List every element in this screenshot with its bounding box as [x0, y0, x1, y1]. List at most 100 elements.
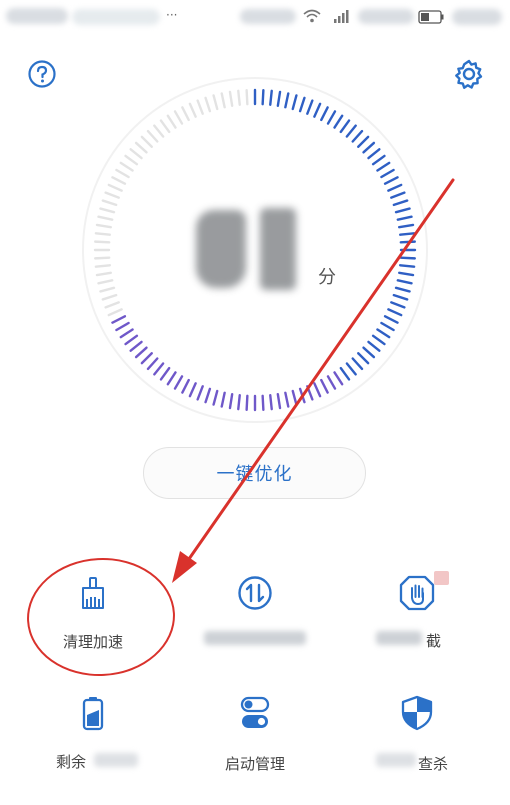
gauge-tick	[284, 391, 290, 408]
feature-remaining[interactable]: 剩余	[8, 695, 178, 805]
gauge-tick	[115, 321, 130, 332]
gauge-tick	[104, 301, 120, 309]
gauge-tick	[399, 264, 416, 268]
gauge-tick	[237, 394, 241, 411]
gauge-tick	[101, 293, 118, 301]
gauge-tick	[228, 393, 234, 410]
gauge-tick	[371, 154, 386, 166]
gauge-tick	[390, 191, 406, 199]
gauge-tick	[276, 393, 282, 410]
gauge-tick	[371, 334, 386, 346]
gauge-tick	[107, 183, 123, 192]
gauge-tick	[129, 340, 143, 352]
gauge-tick	[306, 385, 314, 401]
gauge-tick	[99, 207, 116, 214]
gauge-tick	[351, 357, 364, 371]
status-more-dots: ···	[166, 8, 178, 22]
feature-label: 剩余	[56, 753, 87, 771]
gauge-tick	[212, 94, 219, 111]
wifi-icon	[303, 9, 321, 23]
gauge-tick	[362, 141, 376, 154]
gauge-tick	[95, 223, 112, 229]
gauge-tick	[101, 199, 118, 207]
gauge-tick	[362, 346, 376, 359]
gauge-tick	[134, 141, 148, 154]
feature-intercept[interactable]: 截	[332, 571, 502, 685]
gauge-tick	[107, 308, 123, 317]
shield-icon	[401, 695, 433, 731]
gauge-tick	[146, 129, 159, 143]
gauge-tick	[376, 161, 391, 172]
gauge-tick	[94, 232, 111, 236]
status-bar: ···	[0, 0, 510, 32]
gauge-tick	[173, 110, 184, 125]
gauge-tick	[124, 154, 139, 166]
gauge-tick	[159, 366, 171, 381]
feature-label-blurred	[376, 631, 422, 645]
gauge-tick	[333, 371, 344, 386]
gauge-tick	[298, 96, 306, 113]
status-network-blur	[240, 9, 296, 24]
gauge-tick	[351, 129, 364, 143]
gauge-tick	[269, 89, 273, 106]
gauge-tick	[399, 232, 416, 236]
notification-badge	[434, 571, 449, 585]
gauge-tick	[129, 148, 143, 160]
gauge-tick	[196, 385, 204, 401]
gauge-tick	[237, 89, 241, 106]
gauge-tick	[396, 279, 413, 285]
gauge-tick	[357, 352, 370, 365]
gauge-tick	[166, 371, 177, 386]
gauge-tick	[220, 92, 226, 109]
status-data-blur	[358, 9, 414, 24]
gauge-tick	[269, 394, 273, 411]
gauge-tick	[339, 119, 351, 134]
gauge-tick	[387, 183, 403, 192]
gauge-tick	[119, 161, 134, 172]
gauge-tick	[95, 271, 112, 277]
gauge-tick	[376, 328, 391, 339]
status-info-blur	[72, 9, 160, 25]
gauge-tick	[140, 352, 153, 365]
feature-data-traffic[interactable]	[170, 575, 340, 685]
status-carrier-blur	[6, 8, 68, 24]
gauge-tick	[97, 215, 114, 221]
gauge-tick	[111, 176, 127, 185]
gauge-tick	[94, 264, 111, 268]
gear-icon[interactable]	[453, 58, 485, 90]
feature-virus-scan[interactable]: 查杀	[332, 695, 502, 805]
gauge-tick	[345, 124, 357, 138]
gauge-tick	[326, 110, 337, 125]
one-click-optimize-button[interactable]: 一键优化	[143, 447, 366, 499]
hand-shield-icon	[399, 575, 435, 611]
gauge-tick	[357, 135, 370, 148]
gauge-tick	[383, 176, 399, 185]
score-unit: 分	[318, 267, 336, 288]
feature-label-blurred	[204, 631, 306, 645]
gauge-tick	[188, 102, 197, 118]
gauge-tick	[284, 92, 290, 109]
gauge-tick	[392, 293, 409, 301]
gauge-tick	[153, 362, 165, 376]
feature-label-blurred	[94, 753, 138, 767]
gauge-tick	[181, 378, 190, 394]
gauge-tick	[97, 279, 114, 285]
gauge-tick	[320, 106, 329, 122]
gauge-tick	[276, 90, 282, 107]
gauge-tick	[383, 315, 399, 324]
battery-icon	[82, 697, 104, 731]
feature-label: 启动管理	[224, 755, 285, 773]
feature-startup-manager[interactable]: 启动管理	[170, 695, 340, 805]
gauge-tick	[111, 315, 127, 324]
gauge-tick	[159, 119, 171, 134]
gauge-tick	[245, 394, 249, 411]
status-time-blur	[452, 9, 502, 25]
gauge-tick	[140, 135, 153, 148]
gauge-tick	[188, 382, 197, 398]
gauge-tick	[115, 168, 130, 179]
gauge-tick	[306, 99, 314, 115]
gauge-tick	[339, 366, 351, 381]
gauge-tick	[394, 207, 411, 214]
gauge-tick	[196, 99, 204, 115]
question-circle-icon[interactable]	[27, 59, 57, 89]
